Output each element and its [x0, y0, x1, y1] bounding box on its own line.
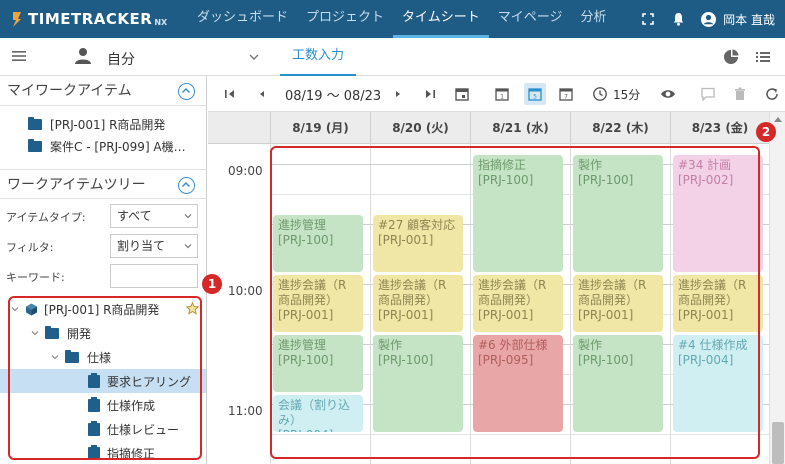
logo-mark-icon: [13, 12, 21, 27]
eye-icon[interactable]: [660, 86, 676, 102]
tab-effort-input[interactable]: 工数入力: [280, 38, 357, 76]
top-nav-bar: TIMETRACKER NX ダッシュボード プロジェクト タイムシート マイペ…: [0, 0, 785, 38]
calendar-header: 8/19 (月) 8/20 (火) 8/21 (水) 8/22 (木) 8/23…: [208, 112, 769, 144]
day-view-icon[interactable]: 1: [494, 86, 510, 102]
fullscreen-icon[interactable]: [639, 10, 657, 28]
main-nav: ダッシュボード プロジェクト タイムシート マイページ 分析: [188, 0, 616, 38]
filter-row: フィルタ: 割り当て: [6, 234, 198, 258]
first-page-icon[interactable]: [222, 86, 238, 102]
mywork-collapse-button[interactable]: [178, 83, 195, 100]
item-type-row: アイテムタイプ: すべて: [6, 204, 198, 228]
nav-analysis[interactable]: 分析: [572, 0, 616, 38]
svg-text:5: 5: [533, 94, 537, 101]
logo-suffix: NX: [154, 17, 168, 27]
keyword-label: キーワード:: [6, 271, 65, 284]
trash-icon[interactable]: [732, 86, 748, 102]
app-logo[interactable]: TIMETRACKER NX: [10, 9, 167, 29]
day-header[interactable]: 8/23 (金): [670, 112, 769, 144]
mywork-item[interactable]: [PRJ-001] R商品開発: [28, 113, 165, 135]
time-label: 11:00: [228, 404, 263, 418]
svg-text:7: 7: [564, 94, 568, 101]
day-header[interactable]: 8/20 (火): [370, 112, 470, 144]
chevron-down-icon[interactable]: [248, 51, 260, 63]
logo-text: TIMETRACKER: [28, 10, 153, 28]
nav-timesheet[interactable]: タイムシート: [393, 0, 489, 38]
top-right-tools: 岡本 直哉: [627, 0, 775, 38]
calendar-scrollbar[interactable]: [769, 112, 785, 464]
week-view-icon[interactable]: 5: [524, 83, 546, 105]
day-header[interactable]: 8/19 (月): [270, 112, 370, 144]
nav-dashboard[interactable]: ダッシュボード: [188, 0, 297, 38]
user-avatar-icon[interactable]: [699, 10, 717, 28]
comment-icon[interactable]: [700, 86, 716, 102]
scroll-thumb[interactable]: [772, 422, 784, 464]
nav-project[interactable]: プロジェクト: [297, 0, 393, 38]
bell-icon[interactable]: [669, 10, 687, 28]
today-calendar-icon[interactable]: [454, 86, 470, 102]
refresh-icon[interactable]: [764, 86, 780, 102]
mywork-item-label: 案件C - [PRJ-099] A機…: [50, 139, 186, 154]
person-icon: [75, 48, 91, 64]
time-label: 10:00: [228, 284, 263, 298]
list-icon[interactable]: [755, 49, 771, 65]
keyword-row: キーワード:: [6, 264, 198, 288]
sub-toolbar: 自分 工数入力: [0, 38, 785, 76]
user-selector-label[interactable]: 自分: [107, 49, 135, 69]
mywork-item-label: [PRJ-001] R商品開発: [50, 117, 166, 132]
tree-title: ワークアイテムツリー: [7, 177, 146, 193]
time-label: 09:00: [228, 164, 263, 178]
filter-select[interactable]: 割り当て: [110, 234, 198, 258]
mywork-item[interactable]: 案件C - [PRJ-099] A機…: [28, 135, 186, 157]
mywork-title: マイワークアイテム: [7, 83, 132, 99]
tree-collapse-button[interactable]: [178, 177, 195, 194]
folder-icon: [28, 138, 42, 152]
date-range: 08/19 ～ 08/23: [285, 89, 382, 104]
day-header[interactable]: 8/21 (水): [470, 112, 570, 144]
filter-label: フィルタ:: [6, 241, 54, 254]
day-header[interactable]: 8/22 (木): [570, 112, 670, 144]
hamburger-menu-icon[interactable]: [12, 50, 26, 62]
subbar-right-tools: [707, 49, 771, 65]
prev-icon[interactable]: [254, 86, 270, 102]
chevron-down-icon: [184, 244, 192, 249]
tree-header: ワークアイテムツリー: [0, 169, 207, 199]
item-type-value: すべて: [117, 209, 152, 223]
chevron-down-icon: [184, 214, 192, 219]
svg-text:1: 1: [500, 94, 504, 101]
seven-day-view-icon[interactable]: 7: [558, 86, 574, 102]
scroll-up-icon[interactable]: [774, 116, 782, 122]
clock-icon[interactable]: [592, 86, 608, 102]
next-icon[interactable]: [390, 86, 406, 102]
callout-box-calendar: [270, 146, 760, 459]
calendar-toolbar: 08/19 ～ 08/23 1 5 7 15分: [208, 76, 785, 112]
folder-icon: [28, 116, 42, 130]
filter-value: 割り当て: [117, 239, 166, 253]
nav-mypage[interactable]: マイページ: [489, 0, 572, 38]
callout-badge: 1: [202, 274, 222, 294]
time-slot-label[interactable]: 15分: [613, 86, 640, 103]
mywork-header: マイワークアイテム: [0, 76, 207, 106]
item-type-label: アイテムタイプ:: [6, 211, 86, 224]
item-type-select[interactable]: すべて: [110, 204, 198, 228]
user-name[interactable]: 岡本 直哉: [723, 11, 775, 28]
keyword-input[interactable]: [110, 264, 198, 288]
pie-chart-icon[interactable]: [723, 49, 739, 65]
callout-box-tree: [8, 296, 202, 460]
last-page-icon[interactable]: [422, 86, 438, 102]
callout-badge: 2: [756, 122, 776, 142]
